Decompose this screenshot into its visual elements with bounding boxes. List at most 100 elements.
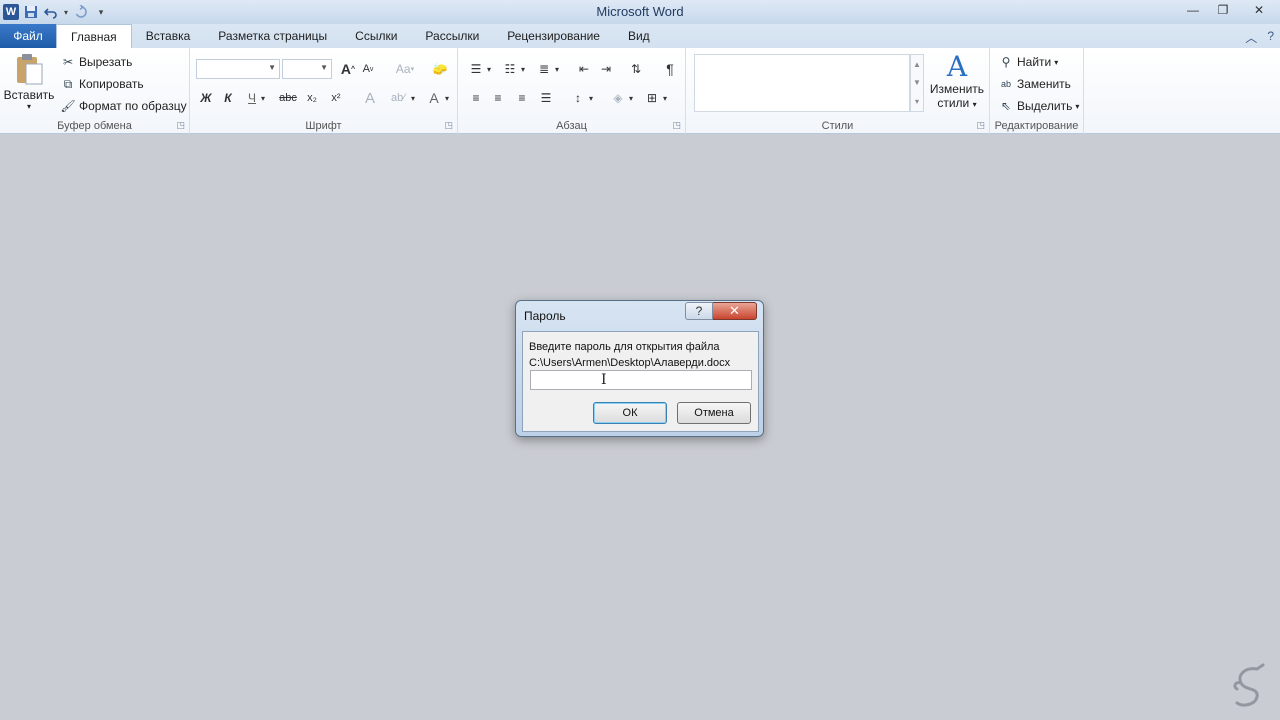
minimize-ribbon-icon[interactable]: ︿ (1245, 29, 1257, 46)
borders-dropdown-icon[interactable]: ▾ (660, 88, 670, 108)
numbering-dropdown-icon[interactable]: ▾ (518, 59, 528, 79)
dragon-watermark-icon (1224, 660, 1274, 716)
text-cursor-icon: I (601, 372, 607, 388)
paragraph-launcher-icon[interactable]: ◳ (672, 120, 681, 131)
more-icon[interactable]: ▾ (915, 97, 919, 106)
line-spacing-dropdown-icon[interactable]: ▾ (586, 88, 596, 108)
tab-review[interactable]: Рецензирование (493, 24, 614, 48)
customize-qat-icon[interactable]: ▾ (92, 3, 110, 21)
binoculars-icon: ⚲ (1001, 55, 1011, 69)
font-name-select[interactable]: ▼ (196, 59, 280, 79)
bold-button[interactable]: Ж (196, 88, 216, 108)
shading-icon[interactable]: ◈ (608, 88, 628, 108)
superscript-button[interactable]: x² (326, 88, 346, 108)
undo-dropdown-icon[interactable]: ▾ (62, 3, 70, 21)
dialog-prompt: Введите пароль для открытия файла C:\Use… (529, 339, 730, 371)
restore-icon[interactable]: ❐ (1208, 0, 1238, 20)
italic-button[interactable]: К (218, 88, 238, 108)
styles-gallery[interactable] (694, 54, 910, 112)
chevron-up-icon[interactable]: ▲ (913, 60, 921, 69)
help-icon[interactable]: ? (1267, 29, 1274, 46)
redo-icon[interactable] (72, 3, 90, 21)
font-group-label: Шрифт (305, 120, 342, 132)
strikethrough-button[interactable]: abc (276, 88, 300, 108)
line-spacing-icon[interactable]: ↕ (568, 88, 588, 108)
cursor-arrow-icon: ⇖ (1000, 99, 1012, 113)
decrease-indent-icon[interactable]: ⇤ (574, 59, 594, 79)
multilevel-dropdown-icon[interactable]: ▾ (552, 59, 562, 79)
chevron-down-icon[interactable]: ▼ (913, 78, 921, 87)
tab-home[interactable]: Главная (56, 24, 132, 48)
tab-insert[interactable]: Вставка (132, 24, 205, 48)
shrink-font-button[interactable]: Av (358, 59, 378, 79)
format-painter-button[interactable]: 🖌 Формат по образцу (60, 98, 187, 114)
shading-dropdown-icon[interactable]: ▾ (626, 88, 636, 108)
cancel-button[interactable]: Отмена (677, 402, 751, 424)
dialog-body: Введите пароль для открытия файла C:\Use… (522, 331, 759, 432)
dialog-title: Пароль (524, 309, 566, 323)
replace-button[interactable]: ab Заменить (998, 76, 1071, 92)
tab-file[interactable]: Файл (0, 24, 56, 48)
increase-indent-icon[interactable]: ⇥ (596, 59, 616, 79)
cut-label: Вырезать (79, 55, 133, 69)
copy-button[interactable]: ⧉ Копировать (60, 76, 144, 92)
font-size-select[interactable]: ▼ (282, 59, 332, 79)
show-formatting-button[interactable]: ¶ (660, 59, 680, 79)
paragraph-group-label: Абзац (556, 120, 587, 132)
sort-icon[interactable]: ⇅ (626, 59, 646, 79)
tab-page-layout[interactable]: Разметка страницы (204, 24, 341, 48)
chevron-down-icon: ▼ (268, 63, 276, 72)
styles-gallery-scroll[interactable]: ▲ ▼ ▾ (910, 54, 924, 112)
tab-view[interactable]: Вид (614, 24, 664, 48)
chevron-down-icon: ▾ (1075, 101, 1080, 111)
word-app-icon[interactable]: W (2, 3, 20, 21)
grow-font-button[interactable]: A ^ (338, 59, 358, 79)
numbering-icon[interactable]: ☷ (500, 59, 520, 79)
clipboard-group-label: Буфер обмена (57, 120, 132, 132)
find-button[interactable]: ⚲ Найти ▾ (998, 54, 1059, 70)
borders-icon[interactable]: ⊞ (642, 88, 662, 108)
text-effects-icon[interactable]: A (360, 88, 380, 108)
format-painter-label: Формат по образцу (79, 99, 187, 113)
font-color-dropdown-icon[interactable]: ▾ (442, 88, 452, 108)
change-styles-button[interactable]: A Изменить стили ▾ (928, 52, 986, 111)
cut-button[interactable]: ✂ Вырезать (60, 54, 132, 70)
close-window-icon[interactable]: ✕ (1238, 0, 1280, 20)
undo-icon[interactable] (42, 3, 60, 21)
change-case-button[interactable]: Aa ▾ (392, 59, 418, 79)
save-icon[interactable] (22, 3, 40, 21)
highlight-icon[interactable]: ab⁄ (388, 88, 408, 108)
dialog-help-button[interactable]: ? (685, 302, 713, 320)
copy-icon: ⧉ (63, 76, 73, 91)
paragraph-group: ☰ ▾ ☷ ▾ ≣ ▾ ⇤ ⇥ ⇅ ¶ ≡ ≡ ≡ ☰ ↕ ▾ ◈ ▾ ⊞ ▾ … (458, 48, 686, 134)
tab-references[interactable]: Ссылки (341, 24, 411, 48)
multilevel-list-icon[interactable]: ≣ (534, 59, 554, 79)
paste-dropdown-icon: ▾ (26, 102, 31, 111)
chevron-down-icon: ▼ (320, 63, 328, 72)
password-input[interactable]: I (530, 370, 752, 390)
font-color-button[interactable]: A (424, 88, 444, 108)
font-launcher-icon[interactable]: ◳ (444, 120, 453, 131)
ok-button[interactable]: ОК (593, 402, 667, 424)
bullets-icon[interactable]: ☰ (466, 59, 486, 79)
align-center-icon[interactable]: ≡ (488, 88, 508, 108)
highlight-dropdown-icon[interactable]: ▾ (408, 88, 418, 108)
quick-access-toolbar: W ▾ ▾ (0, 0, 112, 24)
bullets-dropdown-icon[interactable]: ▾ (484, 59, 494, 79)
minimize-icon[interactable]: — (1178, 0, 1208, 20)
tab-mailings[interactable]: Рассылки (411, 24, 493, 48)
editing-group-label: Редактирование (994, 120, 1079, 132)
styles-launcher-icon[interactable]: ◳ (976, 120, 985, 131)
justify-icon[interactable]: ☰ (536, 88, 556, 108)
select-button[interactable]: ⇖ Выделить ▾ (998, 98, 1079, 114)
find-label: Найти (1017, 55, 1052, 69)
editing-group: ⚲ Найти ▾ ab Заменить ⇖ Выделить ▾ Редак… (990, 48, 1084, 134)
paste-button[interactable]: Вставить ▾ (4, 52, 54, 111)
clipboard-launcher-icon[interactable]: ◳ (176, 120, 185, 131)
align-left-icon[interactable]: ≡ (466, 88, 486, 108)
dialog-close-button[interactable]: ✕ (713, 302, 757, 320)
subscript-button[interactable]: x₂ (302, 88, 322, 108)
clear-formatting-icon[interactable]: 🧽 (430, 59, 450, 79)
align-right-icon[interactable]: ≡ (512, 88, 532, 108)
underline-dropdown-icon[interactable]: ▾ (258, 88, 268, 108)
